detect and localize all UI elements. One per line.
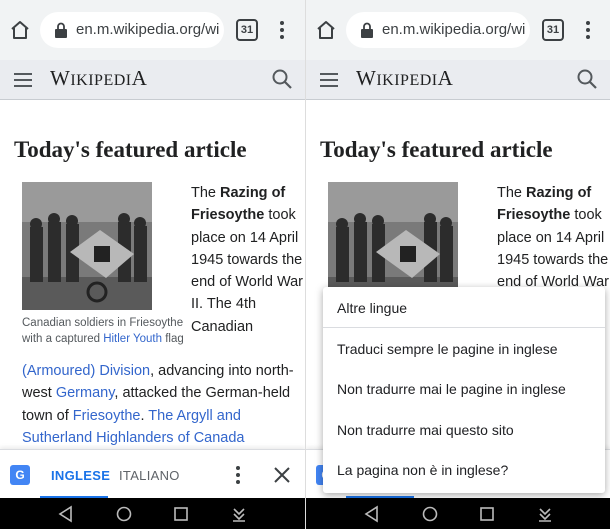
hamburger-menu-icon[interactable]	[318, 69, 340, 91]
search-icon[interactable]	[271, 68, 293, 90]
wiki-header: WIKIPEDIA	[0, 60, 305, 100]
hide-keyboard-icon[interactable]	[536, 505, 554, 523]
tab-switcher-button[interactable]: 31	[236, 19, 258, 41]
google-translate-icon: G	[10, 465, 30, 485]
url-text: en.m.wikipedia.org/wik	[76, 21, 220, 38]
search-icon[interactable]	[576, 68, 598, 90]
home-nav-icon[interactable]	[115, 505, 133, 523]
germany-link[interactable]: Germany	[56, 385, 115, 401]
lock-icon	[361, 22, 373, 38]
home-icon[interactable]	[8, 18, 32, 42]
friesoythe-link[interactable]: Friesoythe	[73, 408, 141, 424]
article-lead-bottom: (Armoured) Division, advancing into nort…	[22, 363, 294, 446]
tab-source-language[interactable]: INGLESE	[51, 468, 110, 483]
home-nav-icon[interactable]	[421, 505, 439, 523]
section-title: Today's featured article	[14, 137, 247, 162]
menu-item-more-languages[interactable]: Altre lingue	[337, 300, 407, 316]
translate-bar: G INGLESE ITALIANO	[0, 449, 305, 499]
address-bar[interactable]: en.m.wikipedia.org/wik	[346, 12, 530, 48]
menu-item-always-translate[interactable]: Traduci sempre le pagine in inglese	[337, 341, 558, 357]
photo-caption: Canadian soldiers in Friesoythe with a c…	[22, 317, 184, 345]
back-icon[interactable]	[57, 505, 75, 523]
menu-item-never-translate-site[interactable]: Non tradurre mai questo sito	[337, 422, 514, 438]
left-screen: en.m.wikipedia.org/wik 31 WIKIPEDIA Toda…	[0, 0, 305, 529]
url-text: en.m.wikipedia.org/wik	[382, 21, 526, 38]
browser-toolbar: en.m.wikipedia.org/wik 31	[0, 0, 305, 60]
address-bar[interactable]: en.m.wikipedia.org/wik	[40, 12, 224, 48]
translate-options-menu: Altre lingue Traduci sempre le pagine in…	[323, 287, 605, 493]
browser-toolbar: en.m.wikipedia.org/wik 31	[306, 0, 610, 60]
recents-icon[interactable]	[478, 505, 496, 523]
article-lead-top: The Razing of Friesoythe took place on 1…	[191, 185, 304, 335]
lock-icon	[55, 22, 67, 38]
4th-division-link[interactable]: (Armoured) Division	[22, 363, 150, 379]
wiki-header: WIKIPEDIA	[306, 60, 610, 100]
home-icon[interactable]	[314, 18, 338, 42]
tab-switcher-button[interactable]: 31	[542, 19, 564, 41]
menu-divider	[323, 327, 605, 328]
hitler-youth-link[interactable]: Hitler Youth	[103, 333, 162, 345]
close-icon[interactable]	[272, 465, 292, 485]
recents-icon[interactable]	[172, 505, 190, 523]
translate-options-icon[interactable]	[230, 464, 246, 486]
tab-target-language[interactable]: ITALIANO	[119, 468, 180, 483]
menu-item-never-translate-language[interactable]: Non tradurre mai le pagine in inglese	[337, 381, 566, 397]
android-nav-bar	[306, 498, 610, 529]
hide-keyboard-icon[interactable]	[230, 505, 248, 523]
hamburger-menu-icon[interactable]	[12, 69, 34, 91]
menu-item-not-english[interactable]: La pagina non è in inglese?	[337, 462, 508, 478]
more-options-icon[interactable]	[578, 18, 598, 42]
more-options-icon[interactable]	[272, 18, 292, 42]
wikipedia-logo[interactable]: WIKIPEDIA	[50, 66, 147, 91]
wikipedia-logo[interactable]: WIKIPEDIA	[356, 66, 453, 91]
section-title: Today's featured article	[320, 137, 553, 162]
featured-photo[interactable]	[22, 182, 152, 310]
back-icon[interactable]	[363, 505, 381, 523]
android-nav-bar	[0, 498, 305, 529]
